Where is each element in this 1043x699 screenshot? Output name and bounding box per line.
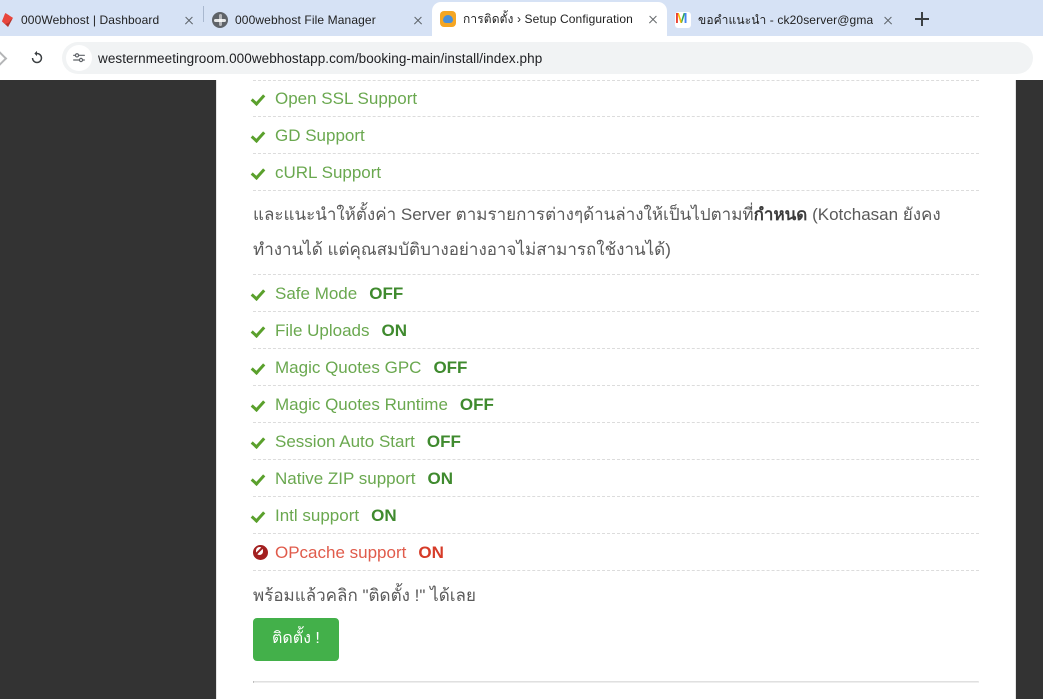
server-setting-value: ON (371, 505, 397, 525)
browser-tab-4[interactable]: ขอคำแนะนำ - ck20server@gmail (667, 4, 902, 36)
browser-tab-1[interactable]: 000Webhost | Dashboard (0, 4, 203, 36)
server-setting-value: OFF (459, 394, 494, 414)
server-setting-label: Magic Quotes Runtime (275, 394, 448, 414)
address-bar[interactable]: westernmeetingroom.000webhostapp.com/boo… (62, 42, 1033, 74)
server-recommendation-note: และแนะนำให้ตั้งค่า Server ตามรายการต่างๆ… (253, 191, 979, 275)
server-setting-row: Intl support ON (253, 497, 979, 534)
gmail-icon (675, 10, 691, 28)
tab-title: การติดตั้ง › Setup Configuration (463, 11, 633, 26)
server-setting-label: Native ZIP support (275, 468, 416, 488)
new-tab-button[interactable] (908, 5, 936, 33)
server-setting-row: Safe Mode OFF (253, 275, 979, 312)
server-setting-row: File Uploads ON (253, 312, 979, 349)
support-check-row: Open SSL Support (253, 80, 979, 117)
server-setting-value: ON (418, 542, 444, 562)
server-settings-list: Safe Mode OFF File Uploads ON Magic Quot… (253, 275, 979, 571)
server-setting-label: Magic Quotes GPC (275, 357, 422, 377)
check-icon (253, 508, 268, 523)
no-entry-icon (253, 544, 268, 560)
note-prefix: และแนะนำให้ตั้งค่า Server ตามรายการต่างๆ… (253, 205, 754, 224)
server-setting-value: OFF (433, 357, 468, 377)
site-settings-icon[interactable] (66, 45, 92, 71)
check-icon (253, 165, 268, 180)
support-check-row: GD Support (253, 117, 979, 154)
support-check-label: GD Support (275, 125, 365, 145)
server-setting-row: Magic Quotes Runtime OFF (253, 386, 979, 423)
check-icon (253, 397, 268, 412)
tab-close-icon[interactable] (181, 12, 197, 28)
globe-icon (212, 12, 228, 28)
server-setting-label: OPcache support (275, 542, 407, 562)
000webhost-icon (0, 12, 14, 28)
note-emphasis: กำหนด (753, 205, 808, 224)
check-icon (253, 434, 268, 449)
url-text: westernmeetingroom.000webhostapp.com/boo… (98, 50, 543, 66)
support-check-row: cURL Support (253, 154, 979, 191)
server-setting-label: File Uploads (275, 320, 370, 340)
server-setting-row: Session Auto Start OFF (253, 423, 979, 460)
browser-tab-2[interactable]: 000webhost File Manager (204, 4, 432, 36)
check-icon (253, 91, 268, 106)
setup-configuration-content: Open SSL Support GD Support cURL Support… (217, 80, 1015, 699)
ready-text: พร้อมแล้วคลิก "ติดตั้ง !" ได้เลย (253, 586, 476, 605)
support-check-label: Open SSL Support (275, 89, 418, 108)
tab-close-icon[interactable] (410, 12, 426, 28)
page-container: Open SSL Support GD Support cURL Support… (216, 80, 1016, 699)
server-setting-row-opcache: OPcache support ON (253, 534, 979, 571)
server-setting-value: ON (427, 468, 453, 488)
server-setting-value: OFF (369, 283, 404, 303)
server-setting-value: ON (381, 320, 408, 340)
check-icon (253, 128, 268, 143)
tab-title: 000webhost File Manager (235, 13, 376, 27)
tab-close-icon[interactable] (880, 12, 896, 28)
server-setting-value: OFF (426, 431, 461, 451)
tab-close-icon[interactable] (645, 11, 661, 27)
install-button[interactable]: ติดตั้ง ! (253, 618, 339, 661)
support-check-label: cURL Support (275, 162, 382, 182)
tab-title: ขอคำแนะนำ - ck20server@gmail (698, 12, 873, 27)
reload-button[interactable] (20, 41, 54, 75)
tab-title: 000Webhost | Dashboard (21, 13, 160, 27)
check-icon (253, 286, 268, 301)
check-icon (253, 360, 268, 375)
browser-toolbar: westernmeetingroom.000webhostapp.com/boo… (0, 36, 1043, 80)
server-setting-row: Native ZIP support ON (253, 460, 979, 497)
server-setting-label: Intl support (275, 505, 360, 525)
server-setting-label: Session Auto Start (275, 431, 415, 451)
forward-icon[interactable] (0, 44, 14, 72)
check-icon (253, 323, 268, 338)
server-setting-label: Safe Mode (275, 283, 358, 303)
check-icon (253, 471, 268, 486)
footer-copyright: Kotchasan สงวนลิขสิทธิ์ ตามพระราชบัญญัติ… (253, 683, 979, 699)
page-viewport: Open SSL Support GD Support cURL Support… (0, 80, 1043, 699)
kotchasan-icon (440, 11, 456, 27)
tab-strip: 000Webhost | Dashboard 000webhost File M… (0, 0, 1043, 36)
server-setting-row: Magic Quotes GPC OFF (253, 349, 979, 386)
browser-window: 000Webhost | Dashboard 000webhost File M… (0, 0, 1043, 699)
support-check-list: Open SSL Support GD Support cURL Support (253, 80, 979, 191)
browser-tab-3-active[interactable]: การติดตั้ง › Setup Configuration (432, 2, 667, 36)
